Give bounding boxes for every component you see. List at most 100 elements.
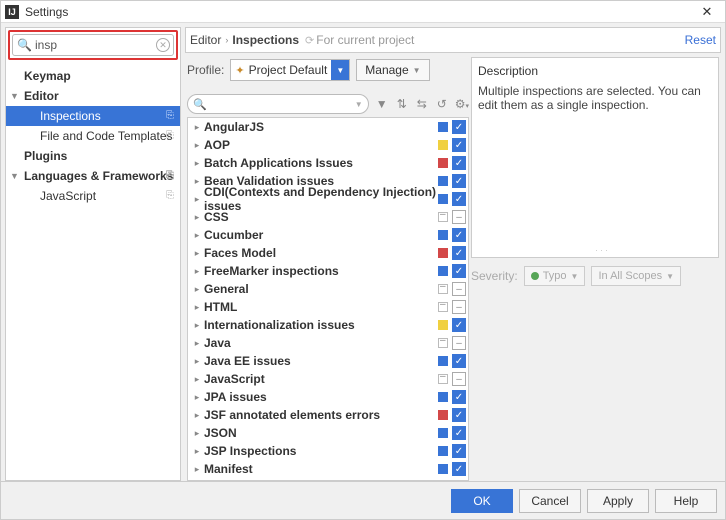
status-indicator <box>438 140 448 150</box>
status-indicator <box>438 122 448 132</box>
inspection-group[interactable]: ▸AngularJS✓ <box>188 118 468 136</box>
chevron-right-icon: ▸ <box>192 266 202 277</box>
inspection-name: Manifest <box>202 462 438 476</box>
chevron-down-icon: ▼ <box>666 272 674 281</box>
breadcrumb-a[interactable]: Editor <box>190 33 221 47</box>
sidebar-item[interactable]: File and Code Templates⎘ <box>6 126 180 146</box>
sidebar-item[interactable]: Inspections⎘ <box>6 106 180 126</box>
inspection-group[interactable]: ▸CDI(Contexts and Dependency Injection) … <box>188 190 468 208</box>
sidebar-tree[interactable]: Keymap▼EditorInspections⎘File and Code T… <box>6 62 180 480</box>
chevron-down-icon: ▼ <box>571 272 579 281</box>
status-indicator <box>438 248 448 258</box>
checkbox[interactable]: ✓ <box>452 228 466 242</box>
inspection-name: FreeMarker inspections <box>202 264 438 278</box>
inspection-group[interactable]: ▸FreeMarker inspections ✓ <box>188 262 468 280</box>
sidebar-item[interactable]: ▼Languages & Frameworks⎘ <box>6 166 180 186</box>
grip-icon[interactable]: ··· <box>595 245 610 255</box>
inspection-group[interactable]: ▸AOP✓ <box>188 136 468 154</box>
status-indicator <box>438 410 448 420</box>
copy-icon: ⎘ <box>166 130 174 141</box>
inspection-name: Cucumber <box>202 228 438 242</box>
inspection-group[interactable]: ▸Faces Model✓ <box>188 244 468 262</box>
filter-icon[interactable]: ▼ <box>375 97 389 111</box>
severity-dropdown[interactable]: Typo ▼ <box>524 266 586 286</box>
cancel-button[interactable]: Cancel <box>519 489 581 513</box>
checkbox[interactable]: ✓ <box>452 408 466 422</box>
inspections-list[interactable]: ▸AngularJS✓▸AOP✓▸Batch Applications Issu… <box>187 117 469 481</box>
expand-icon[interactable]: ⇅ <box>395 97 409 111</box>
gear-icon[interactable]: ⚙▾ <box>455 97 469 111</box>
checkbox[interactable]: ✓ <box>452 426 466 440</box>
filter-input[interactable]: 🔍 ▼ <box>187 94 369 114</box>
scope-dropdown[interactable]: In All Scopes ▼ <box>591 266 681 286</box>
inspection-group[interactable]: ▸JSF annotated elements errors✓ <box>188 406 468 424</box>
app-icon: IJ <box>5 5 19 19</box>
status-indicator <box>438 230 448 240</box>
checkbox[interactable]: ✓ <box>452 138 466 152</box>
inspection-group[interactable]: ▸General <box>188 280 468 298</box>
profile-dropdown[interactable]: ✦ Project Default ▼ <box>230 59 350 81</box>
description-text: Multiple inspections are selected. You c… <box>478 84 712 112</box>
status-indicator <box>438 212 448 222</box>
manage-button[interactable]: Manage ▼ <box>356 59 429 81</box>
inspection-group[interactable]: ▸Manifest✓ <box>188 460 468 478</box>
close-icon[interactable]: ✕ <box>693 4 721 20</box>
checkbox[interactable] <box>452 300 466 314</box>
checkbox[interactable]: ✓ <box>452 462 466 476</box>
sidebar-search[interactable]: 🔍 ✕ <box>12 34 174 56</box>
filter-row: 🔍 ▼ ▼ ⇅ ⇆ ↺ ⚙▾ <box>187 91 469 117</box>
chevron-right-icon: ▸ <box>192 320 202 331</box>
checkbox[interactable]: ✓ <box>452 354 466 368</box>
apply-button[interactable]: Apply <box>587 489 649 513</box>
help-button[interactable]: Help <box>655 489 717 513</box>
inspection-group[interactable]: ▸HTML <box>188 298 468 316</box>
sidebar-item-label: File and Code Templates <box>40 129 173 143</box>
checkbox[interactable] <box>452 336 466 350</box>
checkbox[interactable]: ✓ <box>452 390 466 404</box>
checkbox[interactable] <box>452 282 466 296</box>
checkbox[interactable]: ✓ <box>452 174 466 188</box>
inspection-group[interactable]: ▸Java <box>188 334 468 352</box>
checkbox[interactable]: ✓ <box>452 444 466 458</box>
checkbox[interactable]: ✓ <box>452 246 466 260</box>
status-indicator <box>438 374 448 384</box>
checkbox[interactable] <box>452 480 466 481</box>
status-indicator <box>438 320 448 330</box>
inspection-group[interactable]: ▸CSS <box>188 208 468 226</box>
reset-icon[interactable]: ↺ <box>435 97 449 111</box>
inspection-group[interactable]: ▸Cucumber ✓ <box>188 226 468 244</box>
search-input[interactable] <box>35 38 155 52</box>
inspection-group[interactable]: ▸Java EE issues ✓ <box>188 352 468 370</box>
sidebar-item[interactable]: Keymap <box>6 66 180 86</box>
reset-link[interactable]: Reset <box>685 33 716 47</box>
inspection-name: JPA issues <box>202 390 438 404</box>
collapse-icon[interactable]: ⇆ <box>415 97 429 111</box>
sidebar-item[interactable]: JavaScript⎘ <box>6 186 180 206</box>
description-panel: Description Multiple inspections are sel… <box>471 57 719 258</box>
clear-icon[interactable]: ✕ <box>156 38 170 52</box>
chevron-right-icon: ▸ <box>192 230 202 241</box>
chevron-right-icon: ▸ <box>192 356 202 367</box>
chevron-right-icon: ▸ <box>192 248 202 259</box>
chevron-right-icon: ▸ <box>192 302 202 313</box>
inspection-group[interactable]: ▸Internationalization issues✓ <box>188 316 468 334</box>
inspection-group[interactable]: ▸Batch Applications Issues✓ <box>188 154 468 172</box>
ok-button[interactable]: OK <box>451 489 513 513</box>
status-indicator <box>438 464 448 474</box>
checkbox[interactable]: ✓ <box>452 264 466 278</box>
sidebar-item[interactable]: ▼Editor <box>6 86 180 106</box>
scope-icon: ⟳ <box>305 34 314 47</box>
inspection-group[interactable]: ▸JSON✓ <box>188 424 468 442</box>
checkbox[interactable] <box>452 210 466 224</box>
inspection-group[interactable]: ▸JSP Inspections✓ <box>188 442 468 460</box>
inspection-group[interactable]: ▸JavaScript <box>188 370 468 388</box>
checkbox[interactable]: ✓ <box>452 156 466 170</box>
checkbox[interactable]: ✓ <box>452 318 466 332</box>
inspection-group[interactable]: ▸JPA issues✓ <box>188 388 468 406</box>
checkbox[interactable]: ✓ <box>452 192 466 206</box>
inspection-name: Java EE issues <box>202 354 438 368</box>
sidebar-item[interactable]: Plugins <box>6 146 180 166</box>
inspection-group[interactable]: ▸Maven <box>188 478 468 481</box>
checkbox[interactable]: ✓ <box>452 120 466 134</box>
checkbox[interactable] <box>452 372 466 386</box>
